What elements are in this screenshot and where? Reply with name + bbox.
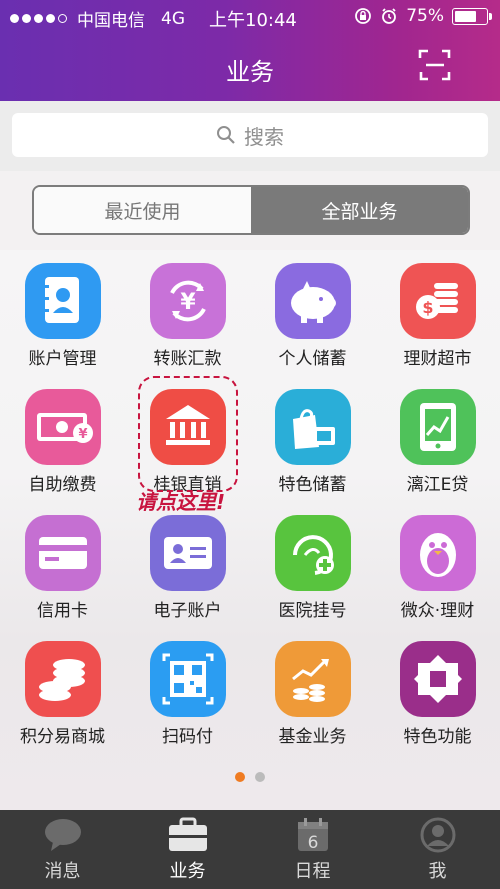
- service-item[interactable]: 漓江E贷: [375, 376, 500, 501]
- service-label: 电子账户: [153, 601, 222, 621]
- service-item[interactable]: $ 理财超市: [375, 250, 500, 375]
- service-label: 特色储蓄: [278, 475, 347, 495]
- service-label: 自助缴费: [28, 475, 97, 495]
- service-item[interactable]: 特色功能: [375, 628, 500, 753]
- service-label: 扫码付: [162, 727, 213, 747]
- points-coins-icon: [25, 641, 101, 717]
- search-icon: [217, 126, 235, 144]
- service-label: 医院挂号: [278, 601, 347, 621]
- clock: 上午10:44: [209, 10, 297, 31]
- account-book-icon: [25, 263, 101, 339]
- calendar-icon: 6: [297, 818, 328, 853]
- credit-card-icon: [25, 515, 101, 591]
- coins-stack-icon: $: [400, 263, 476, 339]
- svg-text:¥: ¥: [180, 290, 196, 315]
- penguin-icon: [400, 515, 476, 591]
- tab-schedule-label: 日程: [294, 861, 331, 882]
- tab-me-label: 我: [428, 861, 447, 882]
- yuan-transfer-icon: ¥: [150, 263, 226, 339]
- user-avatar-icon: [420, 817, 455, 853]
- service-label: 微众·理财: [400, 601, 475, 621]
- service-label: 转账汇款: [153, 349, 222, 369]
- service-item[interactable]: ¥ 转账汇款: [125, 250, 250, 375]
- svg-text:¥: ¥: [78, 427, 87, 442]
- tab-schedule[interactable]: 6 日程: [250, 810, 375, 889]
- highlight-outline: [138, 376, 238, 492]
- service-item[interactable]: 特色储蓄: [250, 376, 375, 501]
- page-dot[interactable]: [255, 772, 265, 782]
- service-label: 漓江E贷: [406, 475, 469, 495]
- scan-icon[interactable]: [418, 48, 452, 82]
- service-label: 个人储蓄: [278, 349, 347, 369]
- service-item[interactable]: 电子账户: [125, 502, 250, 627]
- battery-icon: [452, 7, 492, 25]
- status-bar: 中国电信 4G 上午10:44 75%: [0, 6, 500, 31]
- signal-icon: [10, 14, 67, 23]
- piggy-bank-icon: [275, 263, 351, 339]
- message-bubble-icon: [44, 819, 81, 851]
- tab-all-services[interactable]: 全部业务: [251, 187, 468, 233]
- hint-text: 请点这里!: [136, 490, 226, 514]
- search-area: 搜索: [0, 101, 500, 171]
- service-item[interactable]: 个人储蓄: [250, 250, 375, 375]
- rotation-lock-icon: [355, 8, 372, 24]
- service-item[interactable]: 积分易商城: [0, 628, 125, 753]
- service-item[interactable]: 扫码付: [125, 628, 250, 753]
- svg-text:$: $: [422, 298, 433, 317]
- service-label: 积分易商城: [20, 727, 105, 747]
- shopping-bag-icon: [275, 389, 351, 465]
- tab-bar: 消息 业务 6 日程 我: [0, 810, 500, 889]
- tab-recent[interactable]: 最近使用: [34, 187, 251, 233]
- page-indicator: [0, 772, 500, 782]
- segmented-control: 最近使用 全部业务: [32, 185, 470, 235]
- service-item[interactable]: 账户管理: [0, 250, 125, 375]
- battery-percent: 75%: [406, 6, 444, 26]
- service-item[interactable]: ¥ 自助缴费: [0, 376, 125, 501]
- service-item[interactable]: 信用卡: [0, 502, 125, 627]
- service-item[interactable]: 医院挂号: [250, 502, 375, 627]
- network-type: 4G: [161, 8, 185, 29]
- search-input[interactable]: 搜索: [12, 113, 488, 157]
- tab-messages[interactable]: 消息: [0, 810, 125, 889]
- hospital-swirl-icon: [275, 515, 351, 591]
- service-item[interactable]: 微众·理财: [375, 502, 500, 627]
- tab-business[interactable]: 业务: [125, 810, 250, 889]
- service-label: 基金业务: [278, 727, 347, 747]
- service-item[interactable]: 基金业务: [250, 628, 375, 753]
- fund-chart-icon: [275, 641, 351, 717]
- carrier: 中国电信: [77, 11, 145, 31]
- briefcase-icon: [168, 817, 207, 851]
- calendar-day: 6: [307, 833, 318, 853]
- special-square-icon: [400, 641, 476, 717]
- tab-business-label: 业务: [169, 861, 206, 882]
- page-dot-active[interactable]: [235, 772, 245, 782]
- header: 中国电信 4G 上午10:44 75% 业务: [0, 0, 500, 101]
- service-label: 特色功能: [403, 727, 472, 747]
- tab-me[interactable]: 我: [375, 810, 500, 889]
- id-card-icon: [150, 515, 226, 591]
- search-placeholder: 搜索: [244, 124, 284, 149]
- service-label: 信用卡: [37, 601, 88, 621]
- qr-code-icon: [150, 641, 226, 717]
- service-label: 理财超市: [403, 349, 472, 369]
- tab-messages-label: 消息: [44, 861, 81, 882]
- tablet-chart-icon: [400, 389, 476, 465]
- cash-payment-icon: ¥: [25, 389, 101, 465]
- service-label: 账户管理: [28, 349, 97, 369]
- alarm-icon: [382, 8, 397, 24]
